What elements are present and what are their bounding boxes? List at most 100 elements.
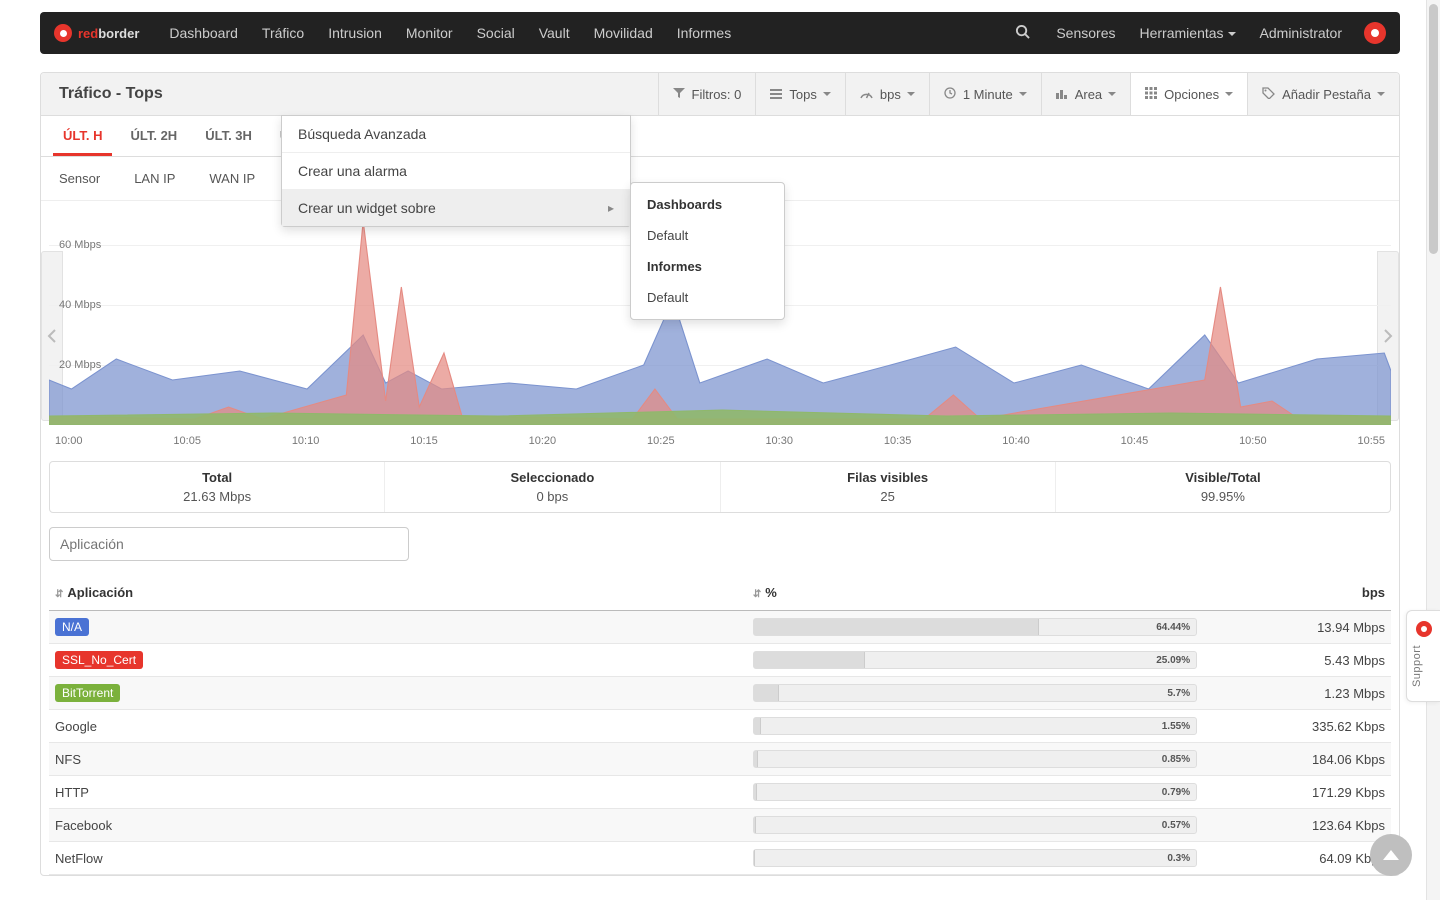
- search-icon[interactable]: [1001, 24, 1044, 43]
- granularity-label: 1 Minute: [963, 87, 1013, 102]
- nav-item-informes[interactable]: Informes: [665, 12, 743, 54]
- chevron-down-icon: [907, 92, 915, 96]
- cell-bps: 1.23 Mbps: [1203, 677, 1391, 710]
- nav-item-tráfico[interactable]: Tráfico: [250, 12, 316, 54]
- add-tab-button[interactable]: Añadir Pestaña: [1247, 73, 1399, 115]
- table-row[interactable]: HTTP0.79%171.29 Kbps: [49, 776, 1391, 809]
- window-scrollbar[interactable]: [1426, 0, 1440, 900]
- table-row[interactable]: Facebook0.57%123.64 Kbps: [49, 809, 1391, 842]
- cell-bps: 5.43 Mbps: [1203, 644, 1391, 677]
- app-badge: SSL_No_Cert: [55, 651, 143, 669]
- app-filter-input[interactable]: [49, 527, 409, 561]
- col-bps[interactable]: bps: [1203, 575, 1391, 611]
- nav-item-movilidad[interactable]: Movilidad: [582, 12, 665, 54]
- nav-item-intrusion[interactable]: Intrusion: [316, 12, 394, 54]
- cell-percent: 0.57%: [747, 809, 1203, 842]
- options-dropdown[interactable]: Opciones: [1130, 73, 1247, 115]
- dimension-tab[interactable]: Sensor: [59, 165, 118, 192]
- time-tab[interactable]: ÚLT. H: [53, 116, 112, 156]
- summary-ratio: Visible/Total 99.95%: [1055, 462, 1390, 512]
- chevron-down-icon: [1228, 32, 1236, 36]
- summary-rows: Filas visibles 25: [720, 462, 1055, 512]
- cell-application: Google: [49, 710, 747, 743]
- table-row[interactable]: N/A64.44%13.94 Mbps: [49, 611, 1391, 644]
- cell-application: BitTorrent: [49, 677, 747, 710]
- cell-percent: 5.7%: [747, 677, 1203, 710]
- time-tab[interactable]: ÚLT. 2H: [120, 116, 187, 156]
- cell-bps: 123.64 Kbps: [1203, 809, 1391, 842]
- metric-label: bps: [880, 87, 901, 102]
- cell-percent: 0.85%: [747, 743, 1203, 776]
- user-avatar[interactable]: [1364, 22, 1386, 44]
- x-tick: 10:50: [1239, 435, 1267, 447]
- grid-icon: [1145, 87, 1157, 102]
- support-tab[interactable]: Support: [1406, 610, 1440, 702]
- nav-item-social[interactable]: Social: [465, 12, 527, 54]
- menu-create-alarm[interactable]: Crear una alarma: [282, 152, 630, 189]
- dimension-tab[interactable]: LAN IP: [134, 165, 193, 192]
- chevron-down-icon: [1225, 92, 1233, 96]
- granularity-dropdown[interactable]: 1 Minute: [929, 73, 1041, 115]
- brand-logo[interactable]: redborder: [54, 24, 139, 42]
- table-row[interactable]: NFS0.85%184.06 Kbps: [49, 743, 1391, 776]
- cell-application: NetFlow: [49, 842, 747, 875]
- brand-left: red: [78, 26, 98, 41]
- nav-item-monitor[interactable]: Monitor: [394, 12, 465, 54]
- page-title: Tráfico - Tops: [41, 73, 181, 115]
- nav-admin[interactable]: Administrator: [1248, 12, 1354, 54]
- submenu-reports-default[interactable]: Default: [631, 282, 784, 313]
- chevron-down-icon: [1108, 92, 1116, 96]
- main-panel: Tráfico - Tops Filtros: 0 Tops bps: [40, 72, 1400, 876]
- cell-bps: 64.09 Kbps: [1203, 842, 1391, 875]
- time-tab[interactable]: ÚLT. 3H: [195, 116, 262, 156]
- gauge-icon: [860, 87, 873, 102]
- submenu-header-reports: Informes: [631, 251, 784, 282]
- cell-percent: 64.44%: [747, 611, 1203, 644]
- create-widget-submenu: Dashboards Default Informes Default: [630, 182, 785, 320]
- cell-percent: 0.79%: [747, 776, 1203, 809]
- cell-percent: 25.09%: [747, 644, 1203, 677]
- cell-application: SSL_No_Cert: [49, 644, 747, 677]
- bar-chart-icon: [1056, 87, 1068, 102]
- app-badge: BitTorrent: [55, 684, 120, 702]
- chevron-down-icon: [1019, 92, 1027, 96]
- summary-bar: Total 21.63 Mbps Seleccionado 0 bps Fila…: [49, 461, 1391, 513]
- nav-item-dashboard[interactable]: Dashboard: [157, 12, 250, 54]
- nav-sensors[interactable]: Sensores: [1044, 12, 1127, 54]
- nav-item-vault[interactable]: Vault: [527, 12, 582, 54]
- add-tab-label: Añadir Pestaña: [1282, 87, 1371, 102]
- metric-dropdown[interactable]: bps: [845, 73, 929, 115]
- x-tick: 10:40: [1002, 435, 1030, 447]
- chevron-down-icon: [1377, 92, 1385, 96]
- table-row[interactable]: BitTorrent 5.7%1.23 Mbps: [49, 677, 1391, 710]
- nav-tools[interactable]: Herramientas: [1128, 12, 1248, 54]
- brand-right: border: [98, 26, 139, 41]
- dimension-tab[interactable]: WAN IP: [209, 165, 273, 192]
- menu-create-widget[interactable]: Crear un widget sobre ▸: [282, 189, 630, 226]
- cell-bps: 335.62 Kbps: [1203, 710, 1391, 743]
- col-application[interactable]: ⇵Aplicación: [49, 575, 747, 611]
- x-tick: 10:20: [529, 435, 557, 447]
- table-row[interactable]: NetFlow0.3%64.09 Kbps: [49, 842, 1391, 875]
- list-icon: [770, 87, 782, 102]
- submenu-dashboards-default[interactable]: Default: [631, 220, 784, 251]
- charttype-dropdown[interactable]: Area: [1041, 73, 1130, 115]
- x-tick: 10:00: [55, 435, 83, 447]
- clock-icon: [944, 87, 956, 102]
- tops-dropdown[interactable]: Tops: [755, 73, 844, 115]
- x-tick: 10:10: [292, 435, 320, 447]
- chart-x-axis: 10:0010:0510:1010:1510:2010:2510:3010:35…: [49, 431, 1391, 461]
- applications-table: ⇵Aplicación ⇵% bps N/A64.44%13.94 MbpsSS…: [49, 575, 1391, 875]
- support-label: Support: [1411, 645, 1423, 687]
- menu-advanced-search[interactable]: Búsqueda Avanzada: [282, 116, 630, 152]
- x-tick: 10:30: [765, 435, 793, 447]
- cell-application: NFS: [49, 743, 747, 776]
- cell-percent: 1.55%: [747, 710, 1203, 743]
- options-menu: Búsqueda Avanzada Crear una alarma Crear…: [281, 115, 631, 227]
- col-percent[interactable]: ⇵%: [747, 575, 1203, 611]
- submenu-header-dashboards: Dashboards: [631, 189, 784, 220]
- table-row[interactable]: Google1.55%335.62 Kbps: [49, 710, 1391, 743]
- filters-button[interactable]: Filtros: 0: [658, 73, 756, 115]
- table-row[interactable]: SSL_No_Cert 25.09%5.43 Mbps: [49, 644, 1391, 677]
- scroll-top-button[interactable]: [1370, 834, 1412, 876]
